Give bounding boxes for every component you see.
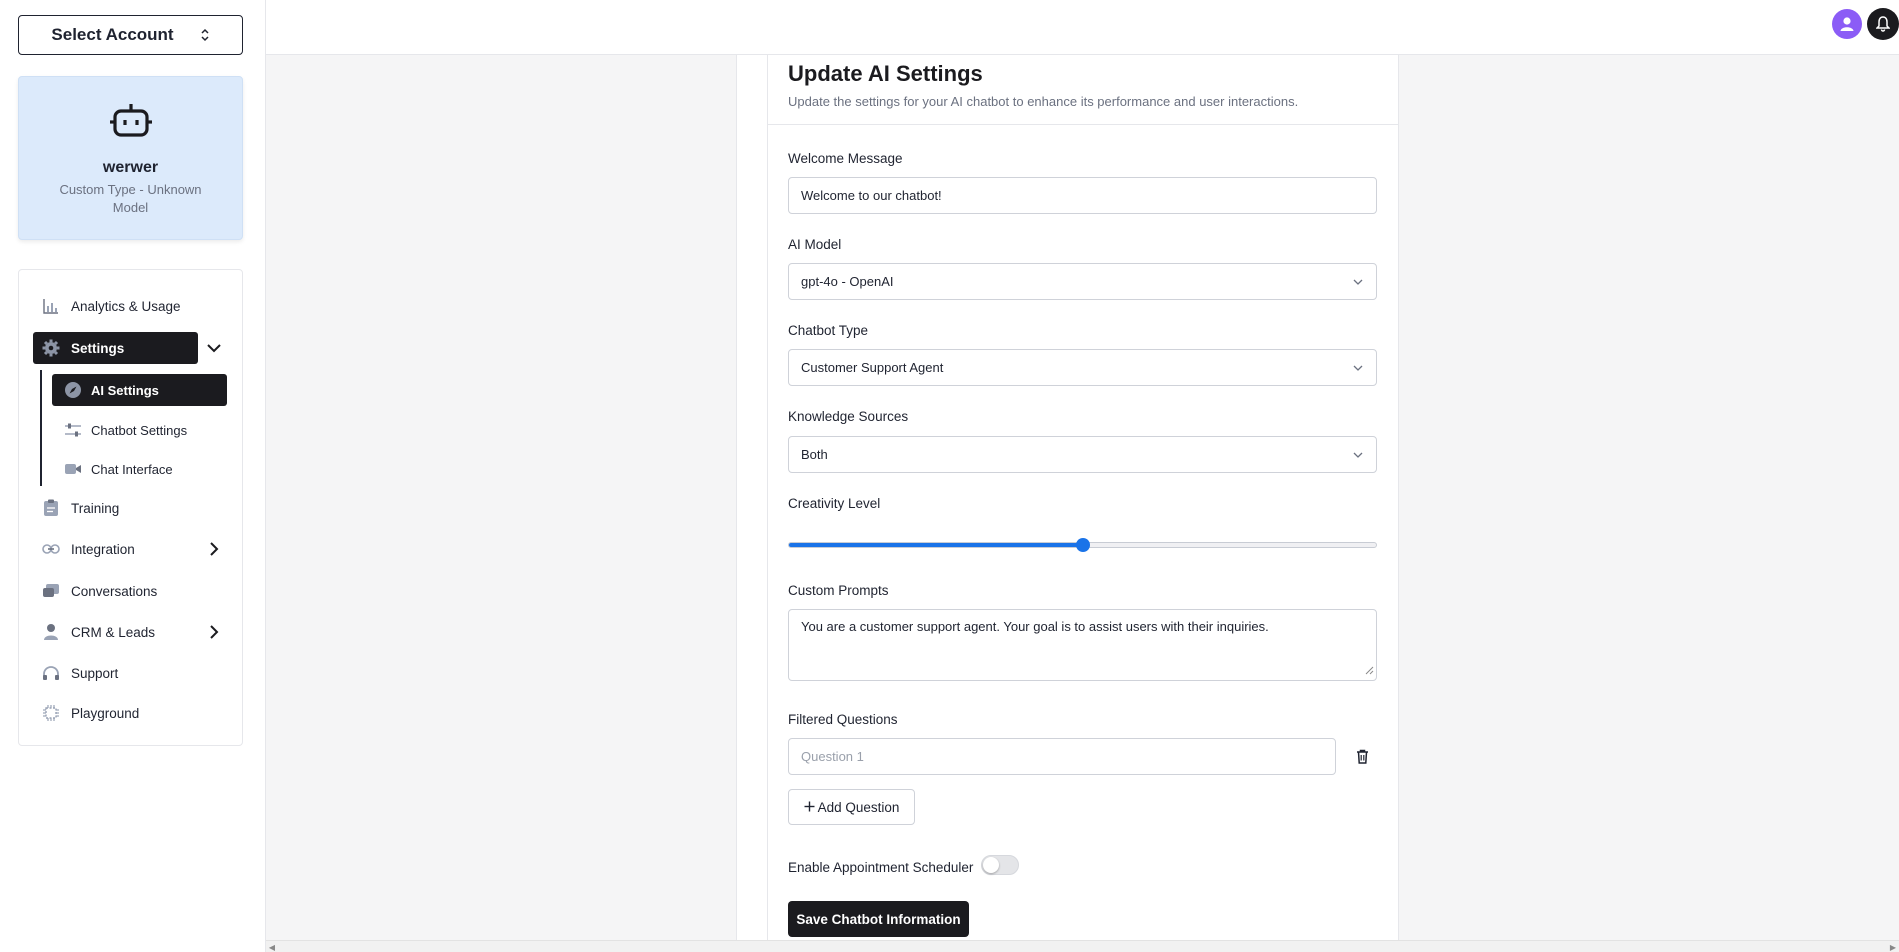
sidebar-item-conversations[interactable]: Conversations [41, 579, 157, 603]
bar-chart-icon [41, 296, 61, 316]
user-icon [41, 622, 61, 642]
slider-thumb[interactable] [1075, 538, 1090, 552]
sidebar-item-label: CRM & Leads [71, 624, 156, 640]
bell-icon [1876, 16, 1890, 32]
sidebar-item-label: Chatbot Settings [91, 422, 188, 438]
chatbot-type-label: Chatbot Type [788, 323, 869, 338]
ai-model-label: AI Model [788, 237, 842, 252]
sidebar-item-label: Settings [71, 340, 125, 356]
sidebar-item-label: Support [71, 665, 119, 681]
appointment-scheduler-toggle[interactable] [981, 855, 1019, 875]
user-avatar-icon [1840, 17, 1854, 31]
account-select-label: Select Account [51, 25, 174, 44]
custom-prompts-textarea[interactable]: You are a customer support agent. Your g… [788, 609, 1377, 681]
question-input[interactable]: Question 1 [788, 738, 1336, 775]
compass-icon [63, 380, 83, 400]
chevron-up-down-icon [200, 28, 210, 42]
chatbot-type-value: Customer Support Agent [801, 360, 944, 375]
clipboard-icon [41, 498, 61, 518]
chevron-down-icon [1352, 276, 1364, 288]
custom-prompts-value: You are a customer support agent. Your g… [801, 619, 1269, 634]
creativity-level-label: Creativity Level [788, 496, 881, 511]
bot-subtitle: Custom Type - Unknown Model [59, 182, 202, 215]
welcome-message-input[interactable]: Welcome to our chatbot! [788, 177, 1377, 214]
toggle-knob [983, 857, 999, 873]
page-title: Update AI Settings [788, 61, 983, 86]
sidebar-subitem-chatbot-settings[interactable]: Chatbot Settings [63, 418, 187, 442]
sidebar-item-training[interactable]: Training [41, 496, 119, 520]
add-question-label: Add Question [817, 799, 900, 815]
divider [768, 124, 1399, 125]
creativity-slider[interactable] [788, 535, 1377, 555]
sidebar-item-label: Playground [71, 705, 140, 721]
resize-handle-icon[interactable] [1365, 663, 1374, 678]
add-question-button[interactable]: Add Question [788, 789, 915, 825]
sidebar-item-label: Conversations [71, 583, 158, 599]
filtered-questions-label: Filtered Questions [788, 712, 898, 727]
ai-settings-card: Update AI Settings Update the settings f… [767, 55, 1399, 940]
sidebar-item-label: AI Settings [91, 382, 159, 398]
knowledge-sources-label: Knowledge Sources [788, 409, 909, 424]
chevron-down-icon [1352, 362, 1364, 374]
bot-name: werwer [102, 159, 159, 176]
sidebar-item-playground[interactable]: Playground [41, 701, 139, 725]
bot-icon [110, 101, 152, 144]
video-icon [63, 459, 83, 479]
horizontal-scrollbar[interactable]: ◀ ▶ [266, 940, 1899, 952]
sidebar-nav: Analytics & Usage Settings AI Settings C… [18, 269, 243, 746]
chevron-down-icon [1352, 449, 1364, 461]
plus-icon [804, 800, 815, 815]
submenu-line [40, 370, 42, 486]
knowledge-sources-value: Both [801, 447, 828, 462]
question-placeholder: Question 1 [801, 749, 864, 764]
chatbot-type-select[interactable]: Customer Support Agent [788, 349, 1377, 386]
scroll-left-icon[interactable]: ◀ [266, 941, 278, 952]
sidebar-item-label: Training [71, 500, 120, 516]
slider-fill [789, 543, 1083, 547]
sidebar-subitem-chat-interface[interactable]: Chat Interface [63, 457, 173, 481]
sidebar-item-analytics[interactable]: Analytics & Usage [41, 294, 181, 318]
scroll-right-icon[interactable]: ▶ [1887, 941, 1899, 952]
knowledge-sources-select[interactable]: Both [788, 436, 1377, 473]
account-select[interactable]: Select Account [18, 15, 243, 55]
sidebar-subitem-ai-settings[interactable]: AI Settings [52, 374, 227, 406]
save-chatbot-button[interactable]: Save Chatbot Information [788, 901, 969, 937]
sidebar-item-crm[interactable]: CRM & Leads [41, 620, 155, 644]
headphones-icon [41, 663, 61, 683]
settings-panel: Update AI Settings Update the settings f… [736, 55, 1399, 940]
ai-model-value: gpt-4o - OpenAI [801, 274, 894, 289]
sidebar-item-support[interactable]: Support [41, 661, 118, 685]
sidebar-item-integration[interactable]: Integration [41, 537, 135, 561]
sidebar-item-label: Analytics & Usage [71, 298, 181, 314]
ai-model-select[interactable]: gpt-4o - OpenAI [788, 263, 1377, 300]
bot-card: werwer Custom Type - Unknown Model [18, 76, 243, 240]
sidebar-item-label: Integration [71, 541, 135, 557]
chat-bubbles-icon [41, 581, 61, 601]
trash-icon[interactable] [1353, 747, 1371, 765]
main-content: Update AI Settings Update the settings f… [266, 55, 1899, 940]
gear-icon [41, 338, 61, 358]
custom-prompts-label: Custom Prompts [788, 583, 889, 598]
chevron-down-icon[interactable] [206, 340, 222, 356]
top-bar [266, 0, 1899, 55]
chevron-right-icon[interactable] [206, 624, 222, 640]
sliders-icon [63, 420, 83, 440]
sidebar-item-settings[interactable]: Settings [33, 332, 198, 364]
notifications-button[interactable] [1867, 8, 1899, 40]
sidebar: Select Account werwer Custom Type - Unkn… [0, 0, 266, 952]
link-icon [41, 539, 61, 559]
avatar[interactable] [1832, 9, 1862, 39]
chevron-right-icon[interactable] [206, 541, 222, 557]
welcome-message-label: Welcome Message [788, 151, 903, 166]
welcome-message-value: Welcome to our chatbot! [801, 188, 942, 203]
appointment-scheduler-label: Enable Appointment Scheduler [788, 860, 974, 875]
sidebar-item-label: Chat Interface [91, 461, 173, 477]
page-description: Update the settings for your AI chatbot … [788, 94, 1299, 109]
chip-icon [41, 703, 61, 723]
